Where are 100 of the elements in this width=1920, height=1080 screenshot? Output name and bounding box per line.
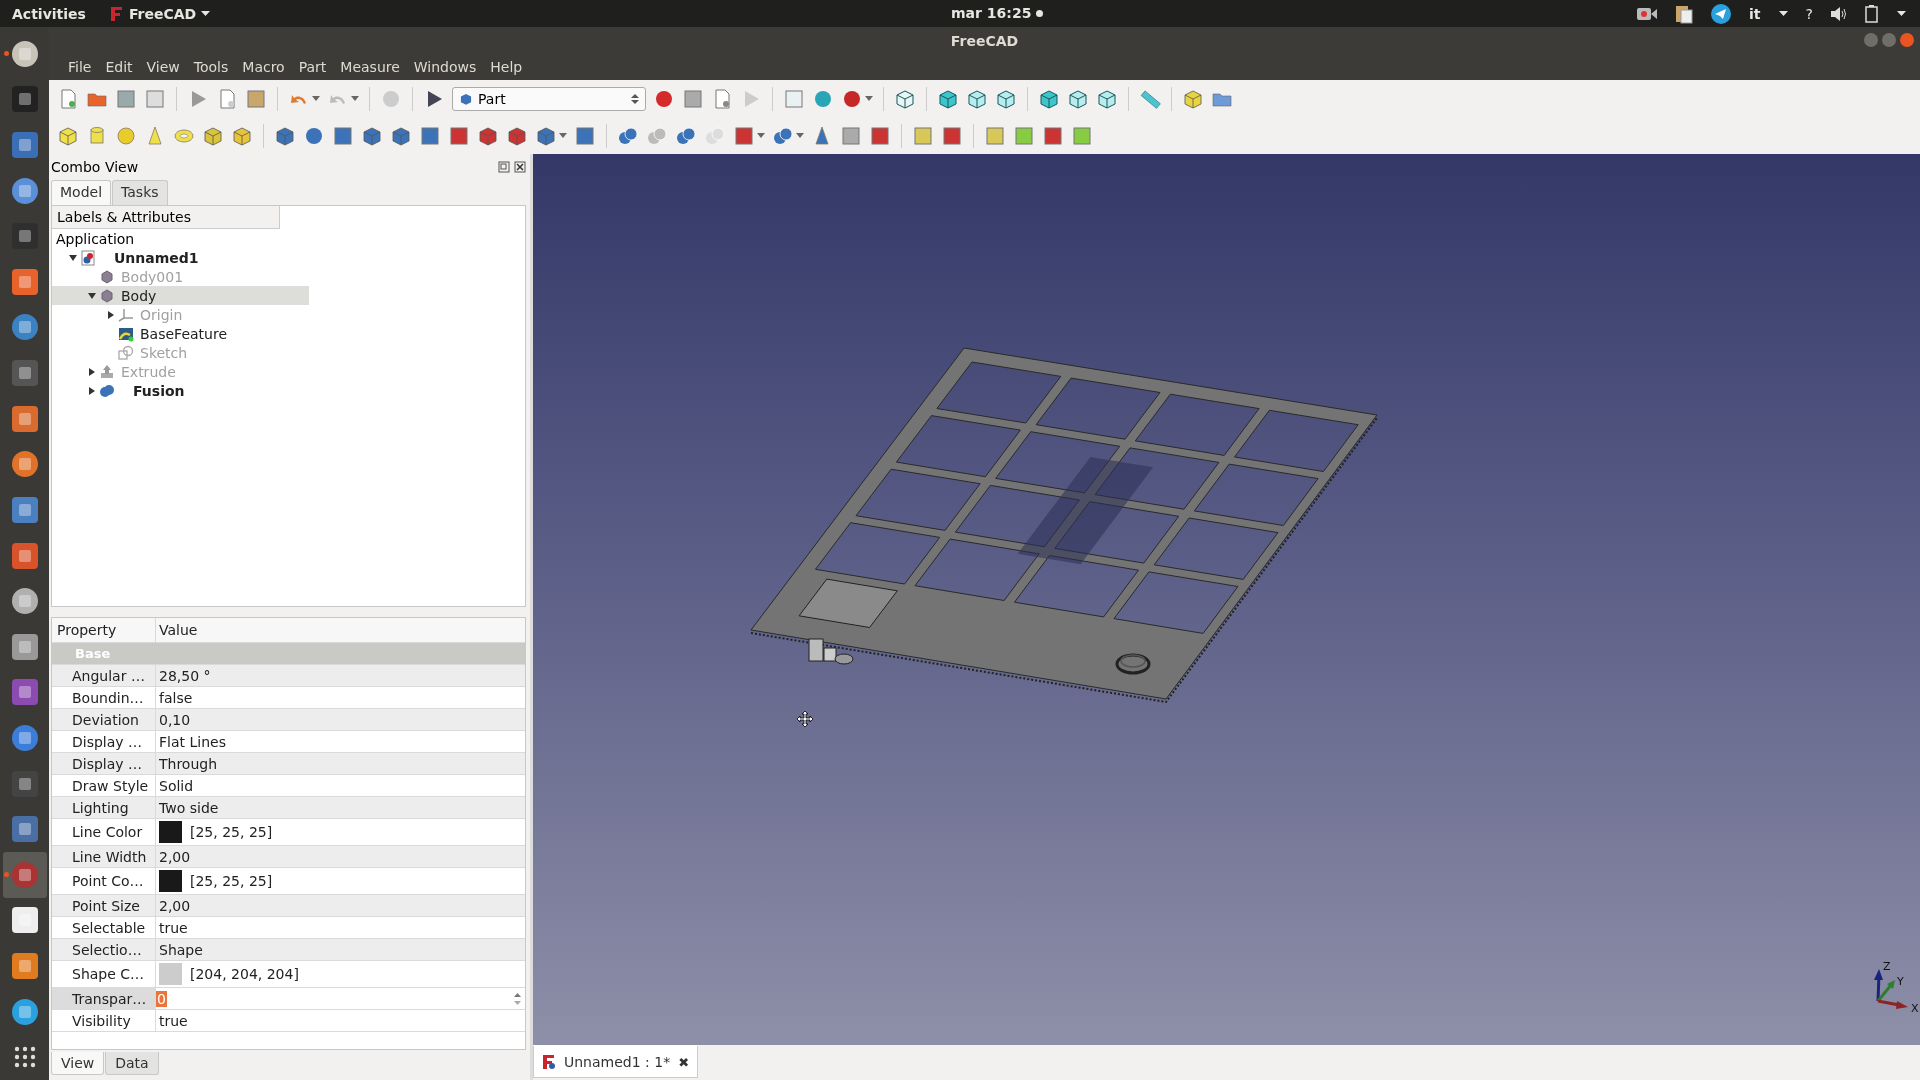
fusion-icon <box>99 382 115 399</box>
caret-icon <box>1778 10 1788 17</box>
cube-icon <box>459 91 473 106</box>
app-launcher-icon[interactable] <box>9 631 40 662</box>
property-value[interactable]: 0,10 <box>156 709 525 730</box>
battery-icon[interactable] <box>1865 4 1879 23</box>
column-header[interactable]: Labels & Attributes <box>52 206 280 229</box>
property-value[interactable]: Two side <box>156 797 525 818</box>
property-value[interactable]: Through <box>156 753 525 774</box>
stop-icon[interactable] <box>682 87 704 110</box>
axes-icon <box>118 306 134 323</box>
3d-viewport[interactable]: Z Y X <box>533 154 1920 1045</box>
spinner-arrows-icon[interactable] <box>514 991 521 1006</box>
maximize-button[interactable] <box>1882 33 1896 47</box>
ruler-icon[interactable] <box>1139 87 1161 110</box>
app-launcher-icon[interactable] <box>9 403 40 434</box>
notification-dot <box>1036 9 1044 17</box>
tree-root: Application <box>55 229 136 248</box>
app-launcher-icon[interactable] <box>9 814 40 845</box>
column-header[interactable]: Value <box>156 618 525 642</box>
caret-icon[interactable] <box>757 132 765 139</box>
tree-item[interactable]: Fusion <box>52 381 309 400</box>
expand-arrow-icon[interactable] <box>69 253 77 262</box>
caret-icon[interactable] <box>351 95 359 102</box>
close-tab-button[interactable]: ✖ <box>678 1054 690 1070</box>
property-value[interactable]: 2,00 <box>156 895 525 916</box>
property-name: Draw Style <box>52 775 156 796</box>
color-swatch[interactable] <box>159 821 182 843</box>
app-launcher-icon[interactable] <box>9 266 40 297</box>
property-value[interactable]: false <box>156 687 525 708</box>
property-value[interactable]: 28,50 ° <box>156 665 525 686</box>
menu-item[interactable]: Tools <box>186 57 236 77</box>
property-name: Boundin… <box>52 687 156 708</box>
property-value: [25, 25, 25] <box>190 873 273 889</box>
app-launcher-icon[interactable] <box>9 130 40 160</box>
menu-item[interactable]: Measure <box>333 57 407 77</box>
collapse-arrow-icon[interactable] <box>88 386 96 395</box>
menu-item[interactable]: Part <box>291 57 334 77</box>
minimize-button[interactable] <box>1864 33 1878 47</box>
property-value[interactable]: Flat Lines <box>156 731 525 752</box>
caret-icon[interactable] <box>865 95 873 102</box>
close-button[interactable] <box>1900 33 1914 47</box>
axis-label: X <box>1911 1002 1919 1015</box>
property-value[interactable]: Shape <box>156 939 525 960</box>
app-menu[interactable]: FreeCAD <box>109 5 211 22</box>
color-swatch[interactable] <box>159 870 182 892</box>
axis-label: Y <box>1897 975 1904 988</box>
property-name: Line Color <box>52 819 156 845</box>
tab[interactable]: Tasks <box>112 180 168 205</box>
menu-item[interactable]: Macro <box>235 57 292 77</box>
property-value: [25, 25, 25] <box>190 824 273 840</box>
clipboard-icon[interactable] <box>1675 3 1694 24</box>
activities-button[interactable]: Activities <box>0 5 98 22</box>
clock[interactable]: mar 16:25 <box>951 5 1032 21</box>
app-launcher-icon[interactable] <box>9 951 40 981</box>
keyboard-layout-menu[interactable]: it <box>1749 5 1761 22</box>
tab[interactable]: Model <box>51 180 112 205</box>
app-launcher-icon[interactable] <box>9 905 40 936</box>
panel-title: Combo View <box>51 159 139 175</box>
property-name: Angular … <box>52 665 156 686</box>
property-name: Shape C… <box>52 961 156 987</box>
help-indicator[interactable]: ? <box>1805 5 1813 22</box>
menu-item[interactable]: Help <box>483 57 530 77</box>
menu-item[interactable]: File <box>61 57 99 77</box>
apps-grid-icon[interactable] <box>13 1046 36 1069</box>
app-launcher-icon[interactable] <box>9 540 40 571</box>
property-value[interactable]: true <box>156 1010 525 1031</box>
property-value[interactable]: 2,00 <box>156 846 525 867</box>
expand-arrow-icon[interactable] <box>88 291 96 300</box>
caret-icon <box>201 10 211 17</box>
tab[interactable]: View <box>51 1052 105 1075</box>
tab[interactable]: Data <box>105 1052 159 1075</box>
window-title: FreeCAD <box>950 32 1019 49</box>
menu-item[interactable]: Windows <box>406 57 484 77</box>
property-value[interactable]: true <box>156 917 525 938</box>
speaker-icon[interactable] <box>1831 6 1847 21</box>
collapse-arrow-icon[interactable] <box>107 310 115 319</box>
tree-item[interactable]: BaseFeature <box>52 324 328 343</box>
caret-icon[interactable] <box>559 132 567 139</box>
workbench-dropdown[interactable]: Part <box>452 86 646 111</box>
menu-item[interactable]: Edit <box>98 57 140 77</box>
column-header[interactable]: Property <box>52 618 156 642</box>
float-panel-icon[interactable] <box>498 161 510 173</box>
paper-plane-icon[interactable] <box>1711 3 1732 24</box>
color-swatch[interactable] <box>159 963 182 985</box>
tree-item[interactable]: Body <box>52 286 309 305</box>
property-name: Selectio… <box>52 939 156 960</box>
close-icon[interactable] <box>514 161 526 173</box>
collapse-arrow-icon[interactable] <box>88 367 96 376</box>
video-camera-icon[interactable] <box>1637 6 1658 21</box>
sphere-icon[interactable] <box>115 124 137 147</box>
app-launcher-icon[interactable] <box>9 494 40 525</box>
document-tab[interactable]: Unnamed1 : 1* ✖ <box>533 1045 699 1078</box>
menu-item[interactable]: View <box>139 57 187 77</box>
tree-item[interactable]: Unnamed1 <box>52 248 290 267</box>
caret-icon[interactable] <box>312 95 320 102</box>
caret-icon[interactable] <box>796 132 804 139</box>
property-name: Line Width <box>52 846 156 867</box>
property-value[interactable]: Solid <box>156 775 525 796</box>
axis-triad-drawing <box>1874 969 1908 1009</box>
